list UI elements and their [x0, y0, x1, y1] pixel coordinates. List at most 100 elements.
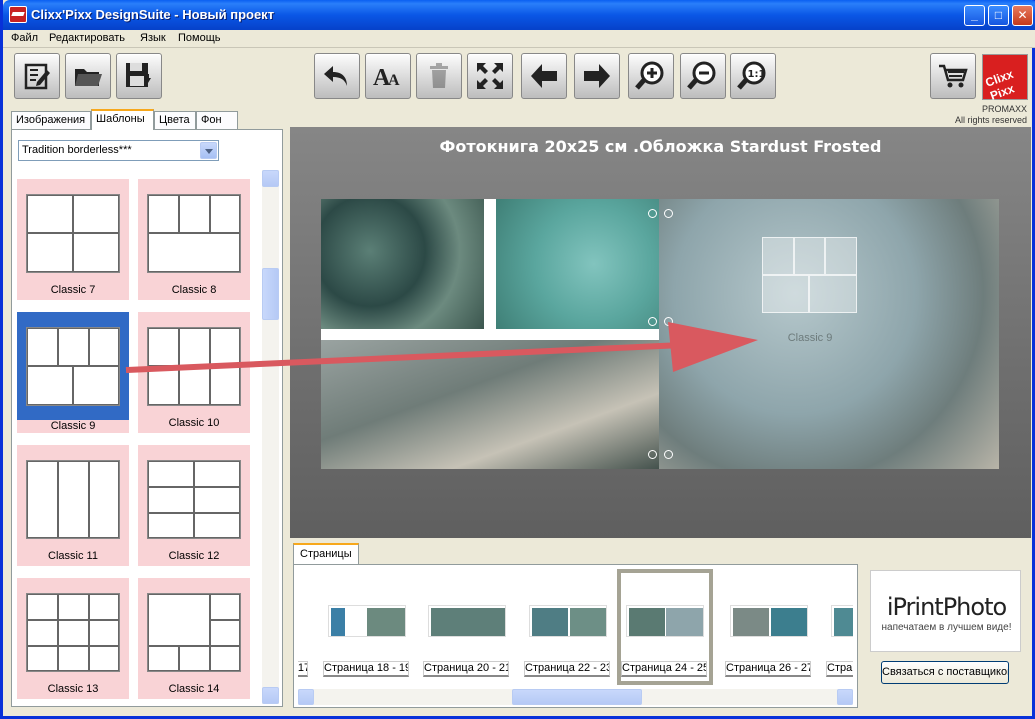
- photo-slot[interactable]: [496, 199, 659, 329]
- arrow-right-icon: [584, 64, 610, 88]
- page-label: Страница 24 - 25: [621, 661, 707, 677]
- resize-handle[interactable]: [664, 209, 673, 218]
- scroll-left-icon[interactable]: [298, 689, 314, 705]
- tab-background[interactable]: Фон: [196, 111, 238, 129]
- resize-handle[interactable]: [648, 209, 657, 218]
- scroll-thumb[interactable]: [512, 689, 642, 705]
- page-label: Страница 22 - 23: [524, 661, 610, 677]
- maximize-icon: □: [994, 8, 1003, 22]
- window-title: Clixx'Pixx DesignSuite - Новый проект: [31, 7, 275, 22]
- chevron-down-icon[interactable]: [200, 142, 217, 159]
- template-label: Classic 7: [50, 284, 96, 296]
- template-card[interactable]: Classic 8: [138, 179, 250, 300]
- page-preview: [730, 605, 808, 637]
- zoom-out-icon: [687, 61, 716, 90]
- tab-images[interactable]: Изображения: [11, 111, 91, 129]
- provider-logo[interactable]: iPrintPhoto напечатаем в лучшем виде!: [870, 570, 1021, 652]
- delete-button[interactable]: [416, 53, 462, 99]
- title-bar[interactable]: Clixx'Pixx DesignSuite - Новый проект _ …: [3, 0, 1035, 30]
- open-project-button[interactable]: [65, 53, 111, 99]
- resize-handle[interactable]: [664, 317, 673, 326]
- template-card[interactable]: Classic 14: [138, 578, 250, 699]
- page-label: Страница 20 - 21: [423, 661, 509, 677]
- photo-slot[interactable]: [321, 199, 484, 329]
- template-label: Classic 11: [48, 550, 98, 562]
- text-button[interactable]: AA: [365, 53, 411, 99]
- arrow-left-icon: [531, 64, 557, 88]
- template-layout-preview: [26, 460, 120, 539]
- menu-file[interactable]: Файл: [11, 32, 38, 44]
- tab-pages[interactable]: Страницы: [293, 543, 359, 564]
- zoom-in-button[interactable]: [628, 53, 674, 99]
- template-card[interactable]: Classic 10: [138, 312, 250, 433]
- app-icon[interactable]: [9, 6, 27, 23]
- page-thumbnail[interactable]: Страница 22 - 23: [520, 569, 616, 685]
- zoom-actual-icon: 1:1: [737, 61, 766, 90]
- resize-handle[interactable]: [664, 450, 673, 459]
- page-thumbnail[interactable]: Страница 26 - 27: [721, 569, 817, 685]
- photo-slot[interactable]: [321, 340, 659, 469]
- resize-handle[interactable]: [648, 317, 657, 326]
- template-card[interactable]: Classic 13: [17, 578, 129, 699]
- undo-button[interactable]: [314, 53, 360, 99]
- scroll-up-icon[interactable]: [262, 170, 279, 187]
- fit-screen-button[interactable]: [467, 53, 513, 99]
- page-preview: [328, 605, 406, 637]
- close-icon: ✕: [1017, 8, 1028, 22]
- template-layout-preview: [26, 194, 120, 273]
- menu-edit[interactable]: Редактировать: [49, 32, 125, 44]
- template-card[interactable]: Classic 12: [138, 445, 250, 566]
- template-label: Classic 8: [171, 284, 217, 296]
- scroll-right-icon[interactable]: [837, 689, 853, 705]
- provider-name: iPrintPhoto: [886, 593, 1007, 621]
- template-layout-preview: [26, 327, 120, 406]
- app-window: Clixx'Pixx DesignSuite - Новый проект _ …: [0, 0, 1035, 719]
- new-project-icon: [24, 63, 50, 90]
- zoom-out-button[interactable]: [680, 53, 726, 99]
- template-card[interactable]: Classic 11: [17, 445, 129, 566]
- scroll-down-icon[interactable]: [262, 687, 279, 704]
- minimize-button[interactable]: _: [964, 5, 985, 26]
- zoom-actual-size-button[interactable]: 1:1: [730, 53, 776, 99]
- template-layout-preview: [147, 460, 241, 539]
- trash-icon: [430, 63, 448, 88]
- page-label: Страница 28 - 29: [826, 661, 853, 677]
- contact-provider-button[interactable]: Связаться с поставщиком: [881, 661, 1009, 684]
- template-layout-preview: [26, 593, 120, 672]
- page-thumbnail[interactable]: Страница 20 - 21: [419, 569, 515, 685]
- resize-handle[interactable]: [648, 450, 657, 459]
- copyright-label: All rights reserved: [954, 115, 1027, 125]
- page-thumbnail[interactable]: Страница 28 - 29: [822, 569, 853, 685]
- drag-template-label: Classic 9: [787, 332, 833, 344]
- save-button[interactable]: [116, 53, 162, 99]
- shopping-cart-icon: [939, 64, 968, 88]
- close-button[interactable]: ✕: [1012, 5, 1033, 26]
- previous-page-button[interactable]: [521, 53, 567, 99]
- page-spread[interactable]: [321, 199, 999, 469]
- menu-language[interactable]: Язык: [140, 32, 166, 44]
- template-layout-preview: [147, 593, 241, 672]
- book-title: Фотокнига 20x25 см .Обложка Stardust Fro…: [439, 137, 882, 156]
- template-label: Classic 14: [168, 683, 220, 695]
- brand-logo: Clixx Pixx: [982, 54, 1028, 103]
- tab-colors[interactable]: Цвета: [154, 111, 196, 129]
- order-cart-button[interactable]: [930, 53, 976, 99]
- page-thumbnail[interactable]: Страница 16 - 17: [298, 569, 314, 685]
- maximize-button[interactable]: □: [988, 5, 1009, 26]
- template-card[interactable]: Classic 7: [17, 179, 129, 300]
- tab-templates[interactable]: Шаблоны: [91, 109, 154, 130]
- page-thumbnail-selected[interactable]: Страница 24 - 25: [617, 569, 713, 685]
- pages-scrollbar[interactable]: [298, 689, 853, 705]
- template-card-selected[interactable]: Classic 9: [17, 312, 129, 433]
- design-canvas[interactable]: Фотокнига 20x25 см .Обложка Stardust Fro…: [290, 127, 1031, 538]
- page-thumbnails-strip: Страница 16 - 17 Страница 18 - 19 Страни…: [298, 569, 853, 689]
- template-set-dropdown[interactable]: Tradition borderless***: [18, 140, 219, 161]
- page-thumbnail[interactable]: Страница 18 - 19: [319, 569, 415, 685]
- scroll-thumb[interactable]: [262, 268, 279, 320]
- menu-help[interactable]: Помощь: [178, 32, 221, 44]
- new-project-button[interactable]: [14, 53, 60, 99]
- template-layout-preview: [147, 194, 241, 273]
- gallery-scrollbar[interactable]: [262, 170, 279, 704]
- template-label: Classic 10: [168, 417, 220, 429]
- next-page-button[interactable]: [574, 53, 620, 99]
